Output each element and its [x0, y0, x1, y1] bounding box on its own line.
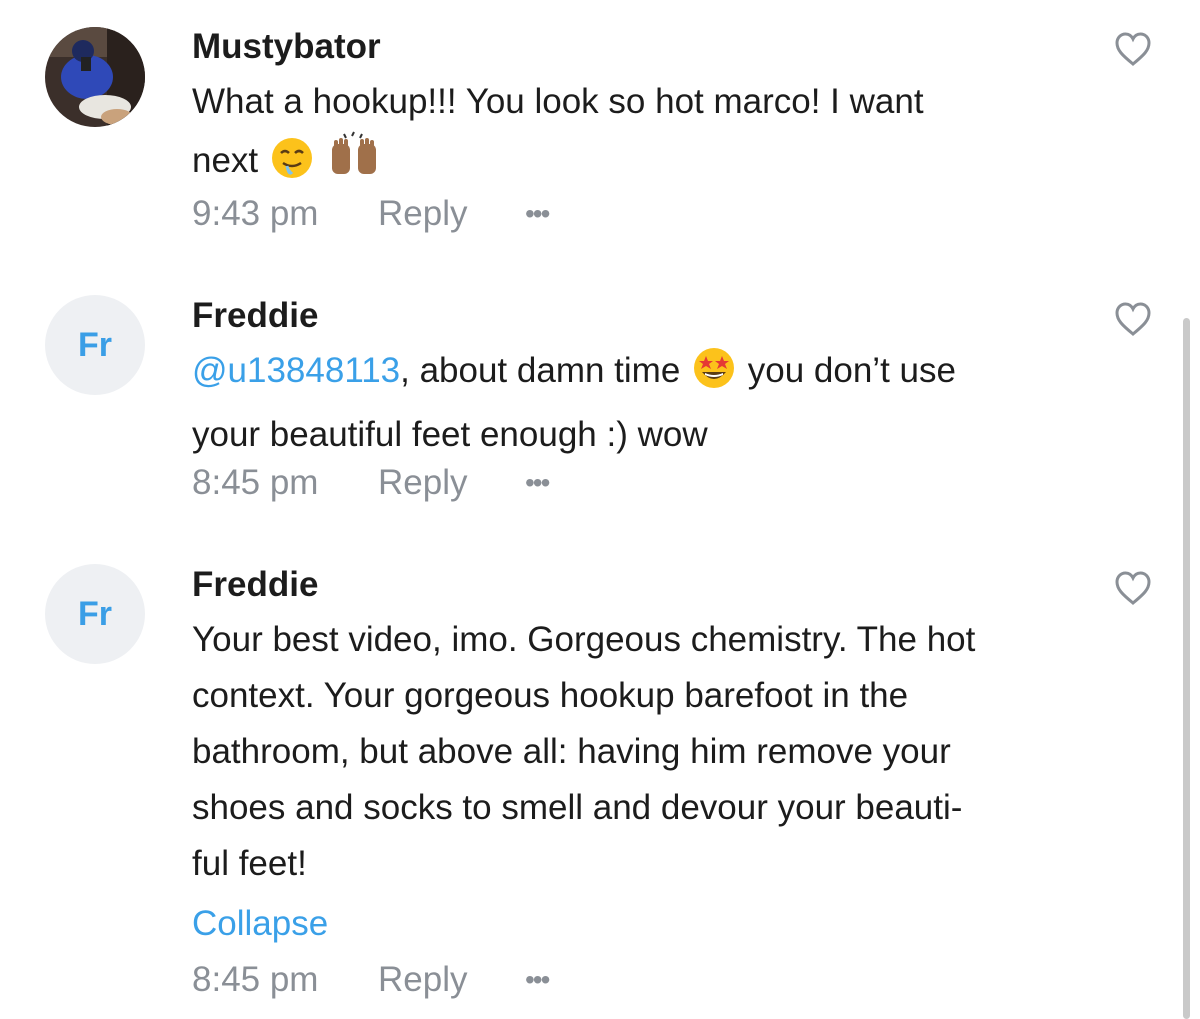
profile-photo	[45, 27, 145, 127]
reply-button[interactable]: Reply	[378, 463, 467, 503]
username[interactable]: Freddie	[192, 565, 318, 605]
comment-text: What a hookup!!! You look so hot marco! …	[192, 74, 1082, 197]
raising-hands-emoji	[328, 130, 380, 197]
collapse-link[interactable]: Collapse	[192, 904, 328, 944]
avatar-initials: Fr	[78, 594, 112, 633]
username[interactable]: Freddie	[192, 296, 318, 336]
star-struck-emoji	[692, 346, 736, 407]
avatar-initials: Fr	[78, 325, 112, 364]
comments-screen: Mustybator What a hookup!!! You look so …	[0, 0, 1200, 1019]
comment-text-line: bathroom, but above all: having him remo…	[192, 732, 951, 771]
comment-text-line: ful feet!	[192, 844, 307, 883]
comment-text-line: @u13848113, about damn time you don’t us…	[192, 343, 1082, 407]
comment-text: @u13848113, about damn time you don’t us…	[192, 343, 1082, 463]
comment-text-line: What a hookup!!! You look so hot marco! …	[192, 82, 924, 121]
comment-text-line: Your best video, imo. Gorgeous chemistry…	[192, 620, 976, 659]
avatar[interactable]	[45, 27, 145, 127]
more-dots-icon[interactable]: •••	[525, 467, 550, 499]
more-dots-icon[interactable]: •••	[525, 198, 550, 230]
avatar[interactable]: Fr	[45, 295, 145, 395]
user-mention-link[interactable]: @u13848113	[192, 351, 400, 390]
drooling-face-emoji	[270, 136, 314, 197]
comment-text-segment: you don’t use	[738, 351, 956, 390]
scrollbar[interactable]	[1183, 318, 1190, 1019]
comment-text-line: your beautiful feet enough :) wow	[192, 415, 708, 454]
timestamp: 8:45 pm	[192, 960, 319, 999]
more-dots-icon[interactable]: •••	[525, 964, 550, 996]
heart-outline-icon[interactable]	[1114, 31, 1152, 67]
avatar[interactable]: Fr	[45, 564, 145, 664]
comment-text: Your best video, imo. Gorgeous chemistry…	[192, 612, 1082, 892]
username[interactable]: Mustybator	[192, 27, 381, 67]
heart-outline-icon[interactable]	[1114, 570, 1152, 606]
timestamp: 8:45 pm	[192, 463, 319, 502]
timestamp: 9:43 pm	[192, 194, 319, 233]
comment-text-line: next	[192, 130, 1082, 197]
comment-text-segment: next	[192, 141, 259, 180]
heart-outline-icon[interactable]	[1114, 301, 1152, 337]
comment-text-line: context. Your gorgeous hookup barefoot i…	[192, 676, 909, 715]
reply-button[interactable]: Reply	[378, 960, 467, 1000]
comment-text-line: shoes and socks to smell and devour your…	[192, 788, 963, 827]
reply-button[interactable]: Reply	[378, 194, 467, 234]
comment-text-segment: , about damn time	[400, 351, 681, 390]
